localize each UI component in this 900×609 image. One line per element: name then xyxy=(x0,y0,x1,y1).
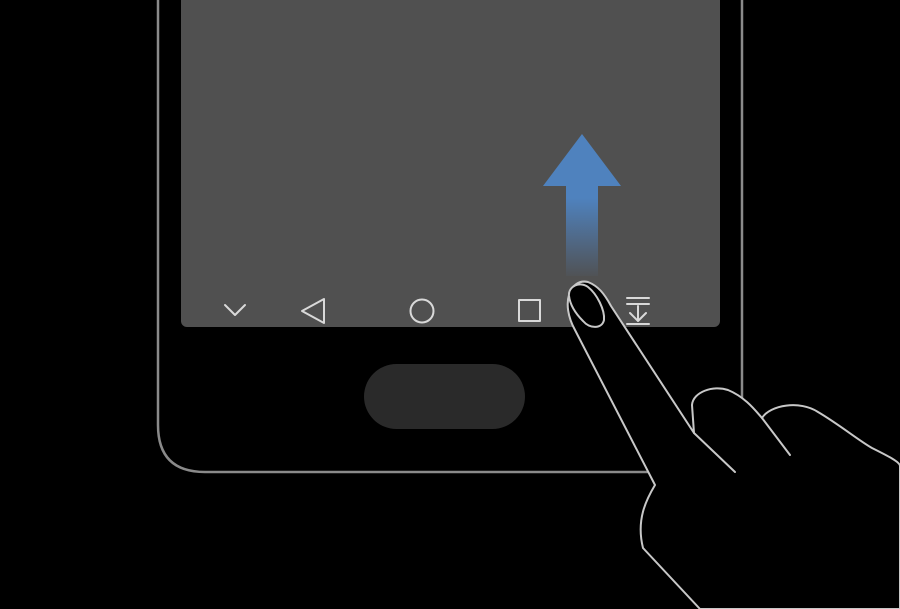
swipe-up-illustration xyxy=(156,0,900,609)
hand-outline xyxy=(566,280,900,609)
home-button[interactable] xyxy=(364,364,525,429)
hand-illustration xyxy=(566,280,900,609)
phone-screen xyxy=(181,0,720,327)
